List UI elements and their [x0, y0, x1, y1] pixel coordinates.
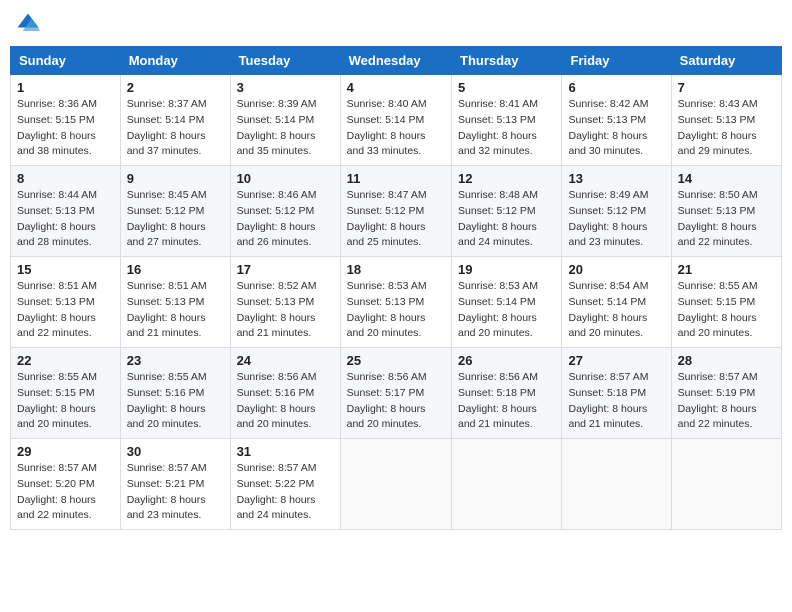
- weekday-header-thursday: Thursday: [452, 47, 562, 75]
- table-row: 24Sunrise: 8:56 AMSunset: 5:16 PMDayligh…: [230, 348, 340, 439]
- calendar-week-5: 29Sunrise: 8:57 AMSunset: 5:20 PMDayligh…: [11, 439, 782, 530]
- table-row: [671, 439, 781, 530]
- table-row: 22Sunrise: 8:55 AMSunset: 5:15 PMDayligh…: [11, 348, 121, 439]
- table-row: [452, 439, 562, 530]
- table-row: [562, 439, 671, 530]
- table-row: 8Sunrise: 8:44 AMSunset: 5:13 PMDaylight…: [11, 166, 121, 257]
- weekday-header-monday: Monday: [120, 47, 230, 75]
- calendar-table: SundayMondayTuesdayWednesdayThursdayFrid…: [10, 46, 782, 530]
- table-row: 5Sunrise: 8:41 AMSunset: 5:13 PMDaylight…: [452, 75, 562, 166]
- calendar-week-3: 15Sunrise: 8:51 AMSunset: 5:13 PMDayligh…: [11, 257, 782, 348]
- table-row: 3Sunrise: 8:39 AMSunset: 5:14 PMDaylight…: [230, 75, 340, 166]
- table-row: 4Sunrise: 8:40 AMSunset: 5:14 PMDaylight…: [340, 75, 451, 166]
- table-row: 17Sunrise: 8:52 AMSunset: 5:13 PMDayligh…: [230, 257, 340, 348]
- table-row: 9Sunrise: 8:45 AMSunset: 5:12 PMDaylight…: [120, 166, 230, 257]
- table-row: 21Sunrise: 8:55 AMSunset: 5:15 PMDayligh…: [671, 257, 781, 348]
- table-row: [340, 439, 451, 530]
- weekday-header-row: SundayMondayTuesdayWednesdayThursdayFrid…: [11, 47, 782, 75]
- logo: [14, 10, 46, 38]
- table-row: 14Sunrise: 8:50 AMSunset: 5:13 PMDayligh…: [671, 166, 781, 257]
- weekday-header-tuesday: Tuesday: [230, 47, 340, 75]
- table-row: 19Sunrise: 8:53 AMSunset: 5:14 PMDayligh…: [452, 257, 562, 348]
- table-row: 6Sunrise: 8:42 AMSunset: 5:13 PMDaylight…: [562, 75, 671, 166]
- logo-icon: [14, 10, 42, 38]
- weekday-header-saturday: Saturday: [671, 47, 781, 75]
- table-row: 23Sunrise: 8:55 AMSunset: 5:16 PMDayligh…: [120, 348, 230, 439]
- table-row: 2Sunrise: 8:37 AMSunset: 5:14 PMDaylight…: [120, 75, 230, 166]
- table-row: 20Sunrise: 8:54 AMSunset: 5:14 PMDayligh…: [562, 257, 671, 348]
- table-row: 10Sunrise: 8:46 AMSunset: 5:12 PMDayligh…: [230, 166, 340, 257]
- weekday-header-sunday: Sunday: [11, 47, 121, 75]
- calendar-week-4: 22Sunrise: 8:55 AMSunset: 5:15 PMDayligh…: [11, 348, 782, 439]
- page-header: [10, 10, 782, 38]
- table-row: 16Sunrise: 8:51 AMSunset: 5:13 PMDayligh…: [120, 257, 230, 348]
- table-row: 29Sunrise: 8:57 AMSunset: 5:20 PMDayligh…: [11, 439, 121, 530]
- table-row: 26Sunrise: 8:56 AMSunset: 5:18 PMDayligh…: [452, 348, 562, 439]
- table-row: 13Sunrise: 8:49 AMSunset: 5:12 PMDayligh…: [562, 166, 671, 257]
- table-row: 28Sunrise: 8:57 AMSunset: 5:19 PMDayligh…: [671, 348, 781, 439]
- calendar-week-2: 8Sunrise: 8:44 AMSunset: 5:13 PMDaylight…: [11, 166, 782, 257]
- table-row: 12Sunrise: 8:48 AMSunset: 5:12 PMDayligh…: [452, 166, 562, 257]
- table-row: 7Sunrise: 8:43 AMSunset: 5:13 PMDaylight…: [671, 75, 781, 166]
- table-row: 18Sunrise: 8:53 AMSunset: 5:13 PMDayligh…: [340, 257, 451, 348]
- calendar-week-1: 1Sunrise: 8:36 AMSunset: 5:15 PMDaylight…: [11, 75, 782, 166]
- table-row: 11Sunrise: 8:47 AMSunset: 5:12 PMDayligh…: [340, 166, 451, 257]
- weekday-header-wednesday: Wednesday: [340, 47, 451, 75]
- weekday-header-friday: Friday: [562, 47, 671, 75]
- table-row: 31Sunrise: 8:57 AMSunset: 5:22 PMDayligh…: [230, 439, 340, 530]
- table-row: 25Sunrise: 8:56 AMSunset: 5:17 PMDayligh…: [340, 348, 451, 439]
- table-row: 27Sunrise: 8:57 AMSunset: 5:18 PMDayligh…: [562, 348, 671, 439]
- table-row: 15Sunrise: 8:51 AMSunset: 5:13 PMDayligh…: [11, 257, 121, 348]
- table-row: 1Sunrise: 8:36 AMSunset: 5:15 PMDaylight…: [11, 75, 121, 166]
- table-row: 30Sunrise: 8:57 AMSunset: 5:21 PMDayligh…: [120, 439, 230, 530]
